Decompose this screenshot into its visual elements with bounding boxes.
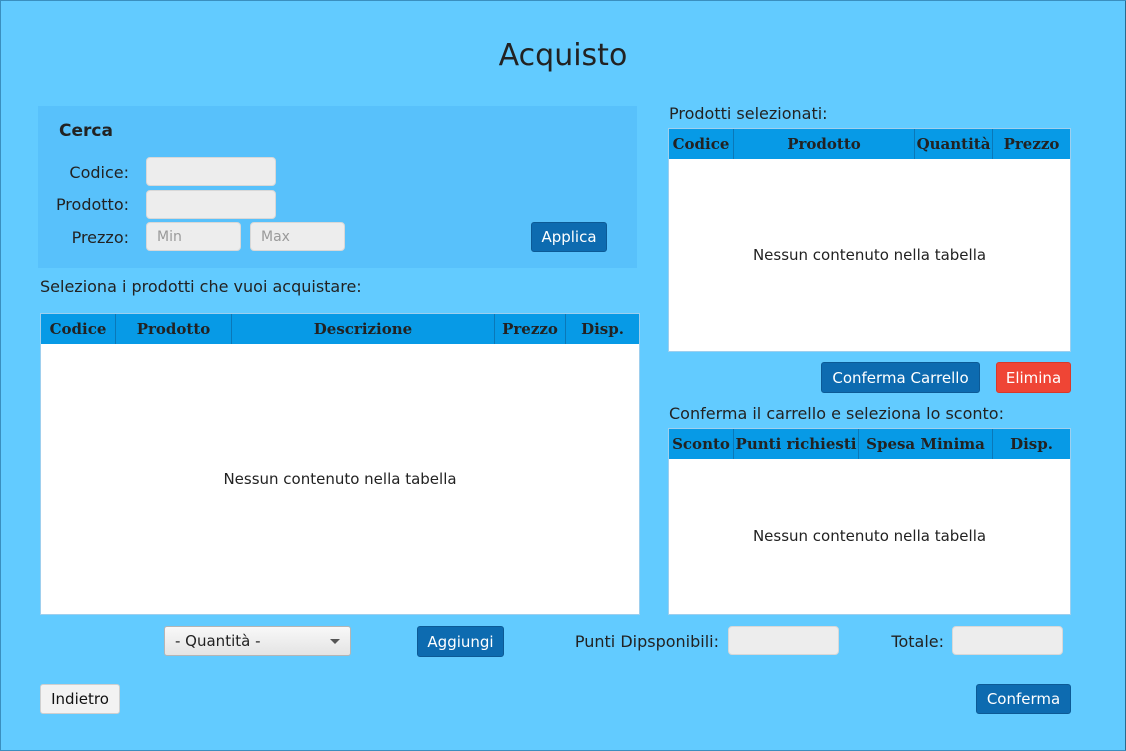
add-button[interactable]: Aggiungi xyxy=(417,626,504,657)
products-table-header: Codice Prodotto Descrizione Prezzo Disp. xyxy=(41,314,639,344)
search-panel: Cerca Codice: Prodotto: Prezzo: Applica xyxy=(38,106,637,268)
chevron-down-icon xyxy=(330,639,340,644)
column-header-prodotto[interactable]: Prodotto xyxy=(116,314,232,344)
column-header-codice[interactable]: Codice xyxy=(41,314,116,344)
code-input[interactable] xyxy=(146,157,276,186)
quantity-select-value: - Quantità - xyxy=(175,632,261,650)
column-header-descrizione[interactable]: Descrizione xyxy=(232,314,495,344)
total-label: Totale: xyxy=(891,632,944,651)
discount-label: Conferma il carrello e seleziona lo scon… xyxy=(669,404,1004,423)
column-header-disp[interactable]: Disp. xyxy=(566,314,639,344)
confirm-cart-button[interactable]: Conferma Carrello xyxy=(821,362,980,393)
selected-table-header: Codice Prodotto Quantità Prezzo xyxy=(669,129,1070,159)
column-header-prezzo[interactable]: Prezzo xyxy=(495,314,566,344)
back-button[interactable]: Indietro xyxy=(40,684,120,714)
product-input[interactable] xyxy=(146,190,276,219)
column-header-prodotto[interactable]: Prodotto xyxy=(734,129,915,159)
apply-button[interactable]: Applica xyxy=(531,222,607,252)
products-empty-placeholder: Nessun contenuto nella tabella xyxy=(223,470,457,488)
selected-label: Prodotti selezionati: xyxy=(669,104,828,123)
confirm-button[interactable]: Conferma xyxy=(976,684,1071,714)
column-header-prezzo[interactable]: Prezzo xyxy=(993,129,1070,159)
price-max-input[interactable] xyxy=(250,222,345,251)
selected-table[interactable]: Codice Prodotto Quantità Prezzo Nessun c… xyxy=(668,128,1071,352)
price-min-input[interactable] xyxy=(146,222,241,251)
delete-button[interactable]: Elimina xyxy=(996,362,1071,393)
points-label: Punti Dipsponibili: xyxy=(574,632,719,651)
points-field[interactable] xyxy=(728,626,839,655)
code-label: Codice: xyxy=(69,163,129,182)
column-header-quantita[interactable]: Quantità xyxy=(915,129,993,159)
column-header-spesa-minima[interactable]: Spesa Minima xyxy=(859,429,993,459)
product-label: Prodotto: xyxy=(55,195,129,214)
products-label: Seleziona i prodotti che vuoi acquistare… xyxy=(40,277,362,296)
price-label: Prezzo: xyxy=(71,228,129,247)
discount-empty-placeholder: Nessun contenuto nella tabella xyxy=(752,527,987,545)
search-title: Cerca xyxy=(59,121,113,141)
discount-table[interactable]: Sconto Punti richiesti Spesa Minima Disp… xyxy=(668,428,1071,615)
column-header-disp[interactable]: Disp. xyxy=(993,429,1070,459)
selected-empty-placeholder: Nessun contenuto nella tabella xyxy=(752,246,987,264)
quantity-select[interactable]: - Quantità - xyxy=(164,626,351,656)
total-field[interactable] xyxy=(952,626,1063,655)
column-header-punti-richiesti[interactable]: Punti richiesti xyxy=(734,429,859,459)
discount-table-header: Sconto Punti richiesti Spesa Minima Disp… xyxy=(669,429,1070,459)
column-header-sconto[interactable]: Sconto xyxy=(669,429,734,459)
page-title: Acquisto xyxy=(498,38,628,73)
products-table[interactable]: Codice Prodotto Descrizione Prezzo Disp.… xyxy=(40,313,640,615)
column-header-codice[interactable]: Codice xyxy=(669,129,734,159)
